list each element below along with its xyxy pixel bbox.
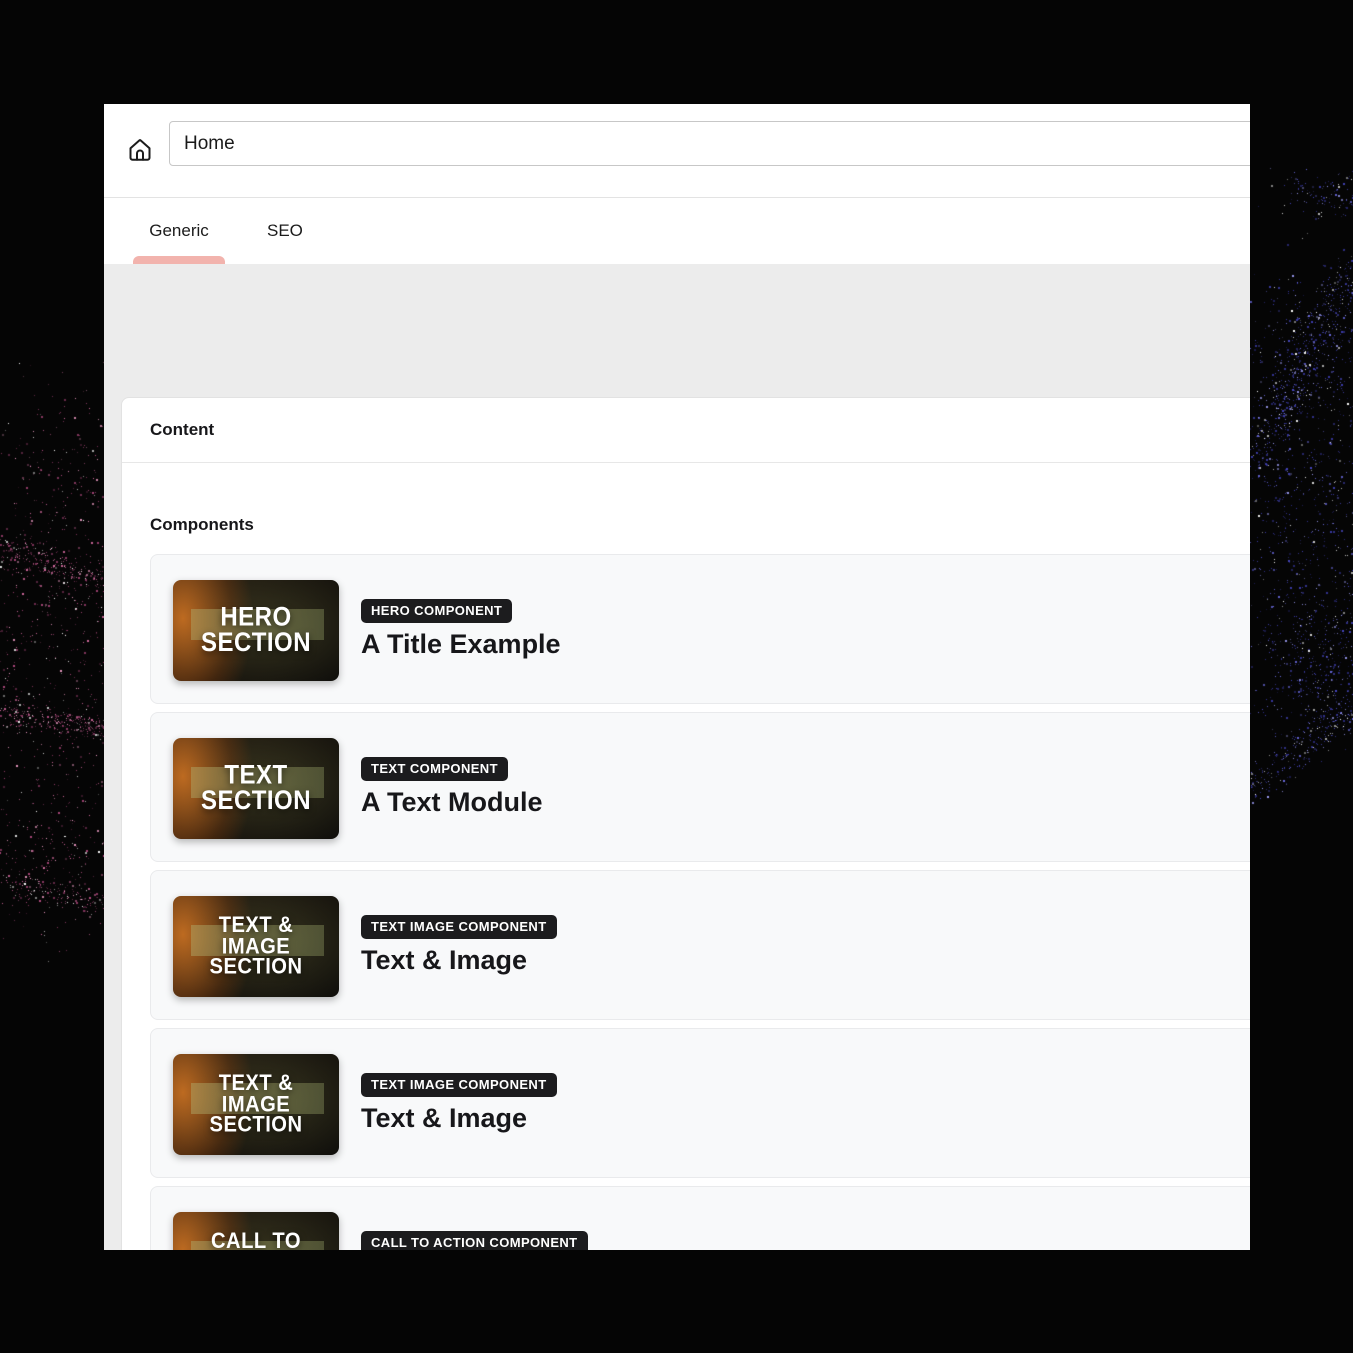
component-row[interactable]: TEXT &IMAGESECTION TEXT IMAGE COMPONENT …	[150, 870, 1250, 1020]
component-row[interactable]: CALL TOACTIONSECTION CALL TO ACTION COMP…	[150, 1186, 1250, 1250]
app-window: Generic SEO Content Components HEROSECTIO…	[104, 104, 1250, 1250]
component-type-badge: CALL TO ACTION COMPONENT	[361, 1231, 588, 1250]
toolbar	[104, 104, 1250, 197]
content-card: Content Components HEROSECTION HERO COMP…	[121, 397, 1250, 1250]
tab-seo[interactable]: SEO	[265, 198, 305, 264]
thumbnail-text: TEXT &IMAGESECTION	[176, 896, 335, 997]
component-thumbnail: TEXTSECTION	[173, 738, 339, 839]
tab-bar: Generic SEO	[104, 197, 1250, 264]
home-button[interactable]	[123, 133, 157, 167]
component-title: Text & Image	[361, 1103, 557, 1134]
component-type-badge: HERO COMPONENT	[361, 599, 512, 623]
breadcrumb-input[interactable]	[169, 121, 1250, 166]
tab-generic[interactable]: Generic	[133, 198, 225, 264]
component-title: Text & Image	[361, 945, 557, 976]
home-icon	[126, 136, 154, 164]
section-title: Content	[122, 398, 1250, 463]
components-label: Components	[150, 515, 1250, 535]
component-thumbnail: TEXT &IMAGESECTION	[173, 1054, 339, 1155]
thumbnail-text: CALL TOACTIONSECTION	[176, 1212, 335, 1250]
component-thumbnail: HEROSECTION	[173, 580, 339, 681]
component-type-badge: TEXT IMAGE COMPONENT	[361, 915, 557, 939]
thumbnail-text: TEXTSECTION	[176, 738, 335, 839]
thumbnail-text: HEROSECTION	[176, 580, 335, 681]
component-row[interactable]: HEROSECTION HERO COMPONENT A Title Examp…	[150, 554, 1250, 704]
component-list: HEROSECTION HERO COMPONENT A Title Examp…	[150, 554, 1250, 1250]
component-thumbnail: CALL TOACTIONSECTION	[173, 1212, 339, 1250]
component-row[interactable]: TEXTSECTION TEXT COMPONENT A Text Module	[150, 712, 1250, 862]
workspace: Content Components HEROSECTION HERO COMP…	[104, 264, 1250, 1250]
component-title: A Title Example	[361, 629, 561, 660]
component-thumbnail: TEXT &IMAGESECTION	[173, 896, 339, 997]
component-type-badge: TEXT IMAGE COMPONENT	[361, 1073, 557, 1097]
component-type-badge: TEXT COMPONENT	[361, 757, 508, 781]
component-row[interactable]: TEXT &IMAGESECTION TEXT IMAGE COMPONENT …	[150, 1028, 1250, 1178]
component-title: A Text Module	[361, 787, 543, 818]
thumbnail-text: TEXT &IMAGESECTION	[176, 1054, 335, 1155]
